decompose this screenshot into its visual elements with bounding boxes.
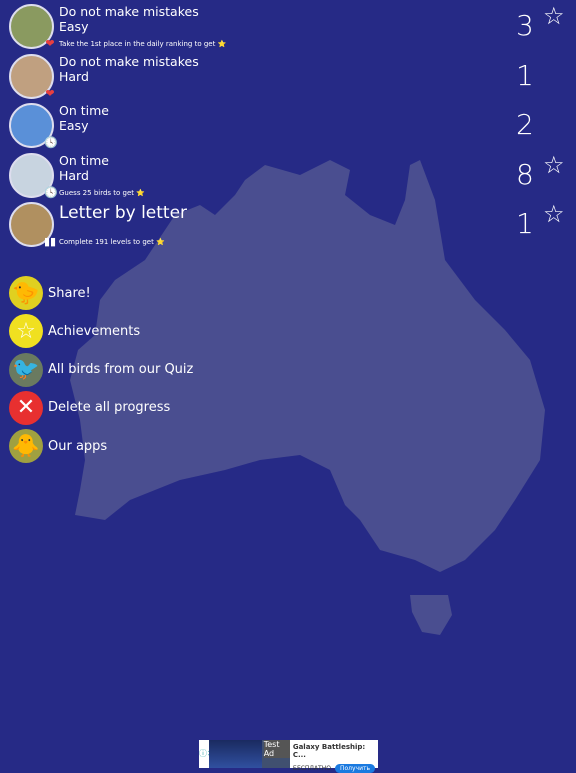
mode-hint: Complete 191 levels to get ⭐ <box>59 238 165 246</box>
mode-item[interactable]: ❤ Do not make mistakes Easy Take the 1st … <box>9 4 569 52</box>
menu-item[interactable]: 🐥 Our apps <box>9 429 108 464</box>
star-outline-icon: ☆ <box>543 150 565 179</box>
mode-item[interactable]: ❤ Do not make mistakes Hard <box>9 53 569 102</box>
mode-title: On time <box>59 152 109 168</box>
test-ad-badge: Test Ad <box>263 740 290 758</box>
mode-level: Easy <box>59 19 89 34</box>
mode-level: Hard <box>59 68 89 84</box>
birds-icon: 🐦 <box>9 352 43 387</box>
mode-hint: Take the 1st place in the daily ranking … <box>59 40 227 48</box>
menu-label: Achievements <box>48 323 141 339</box>
menu-item[interactable]: ☆ Achievements <box>9 314 141 349</box>
ad-title: Galaxy Battleship: C... <box>292 743 366 759</box>
menu-label: All birds from our Quiz <box>48 362 194 378</box>
apps-icon: 🐥 <box>9 429 43 464</box>
mode-hint: Guess 25 birds to get ⭐ <box>59 188 145 197</box>
mode-score: 1 <box>516 207 534 240</box>
mode-score: 1 <box>516 58 534 92</box>
menu-label: Share! <box>48 285 91 301</box>
mode-title: On time <box>59 103 109 118</box>
delete-icon: ✕ <box>9 390 43 425</box>
share-bird-icon: 🐤 <box>9 276 43 310</box>
ad-install-button[interactable]: Получить <box>334 764 375 773</box>
menu-item[interactable]: 🐤 Share! <box>9 276 91 310</box>
menu-item[interactable]: 🐦 All birds from our Quiz <box>9 352 194 387</box>
menu-label: Delete all progress <box>48 400 171 416</box>
menu-item[interactable]: ✕ Delete all progress <box>9 390 171 425</box>
keyboard-icon: ▮▮ <box>44 235 57 248</box>
star-icon: ☆ <box>9 314 43 349</box>
mode-title: Do not make mistakes <box>59 53 199 69</box>
adchoices-icon[interactable]: ⓘ✕ <box>199 740 214 768</box>
star-outline-icon: ☆ <box>543 200 565 228</box>
mode-level: Hard <box>59 167 89 183</box>
mode-score: 8 <box>516 157 534 191</box>
star-outline-icon: ☆ <box>543 2 565 30</box>
mode-level: Easy <box>59 118 89 133</box>
mode-title: Do not make mistakes <box>59 4 199 19</box>
ad-banner[interactable]: ⓘ✕ Test Ad Galaxy Battleship: C... БЕСПЛ… <box>199 740 378 773</box>
ad-price: БЕСПЛАТНО <box>292 765 331 772</box>
heart-icon: ❤ <box>45 86 55 100</box>
mode-item[interactable]: 🕓 On time Easy <box>9 103 569 151</box>
clock-icon: 🕓 <box>44 185 58 199</box>
ad-image <box>209 740 262 768</box>
mode-item[interactable]: 🕓 On time Hard Guess 25 birds to get ⭐ <box>9 152 569 201</box>
clock-icon: 🕓 <box>44 136 58 149</box>
mode-title: Letter by letter <box>59 203 188 223</box>
heart-icon: ❤ <box>45 37 55 50</box>
mode-score: 3 <box>516 9 534 42</box>
menu-label: Our apps <box>48 438 108 454</box>
mode-score: 2 <box>516 108 534 141</box>
mode-item[interactable]: ▮▮ Letter by letter Complete 191 levels … <box>9 202 569 250</box>
